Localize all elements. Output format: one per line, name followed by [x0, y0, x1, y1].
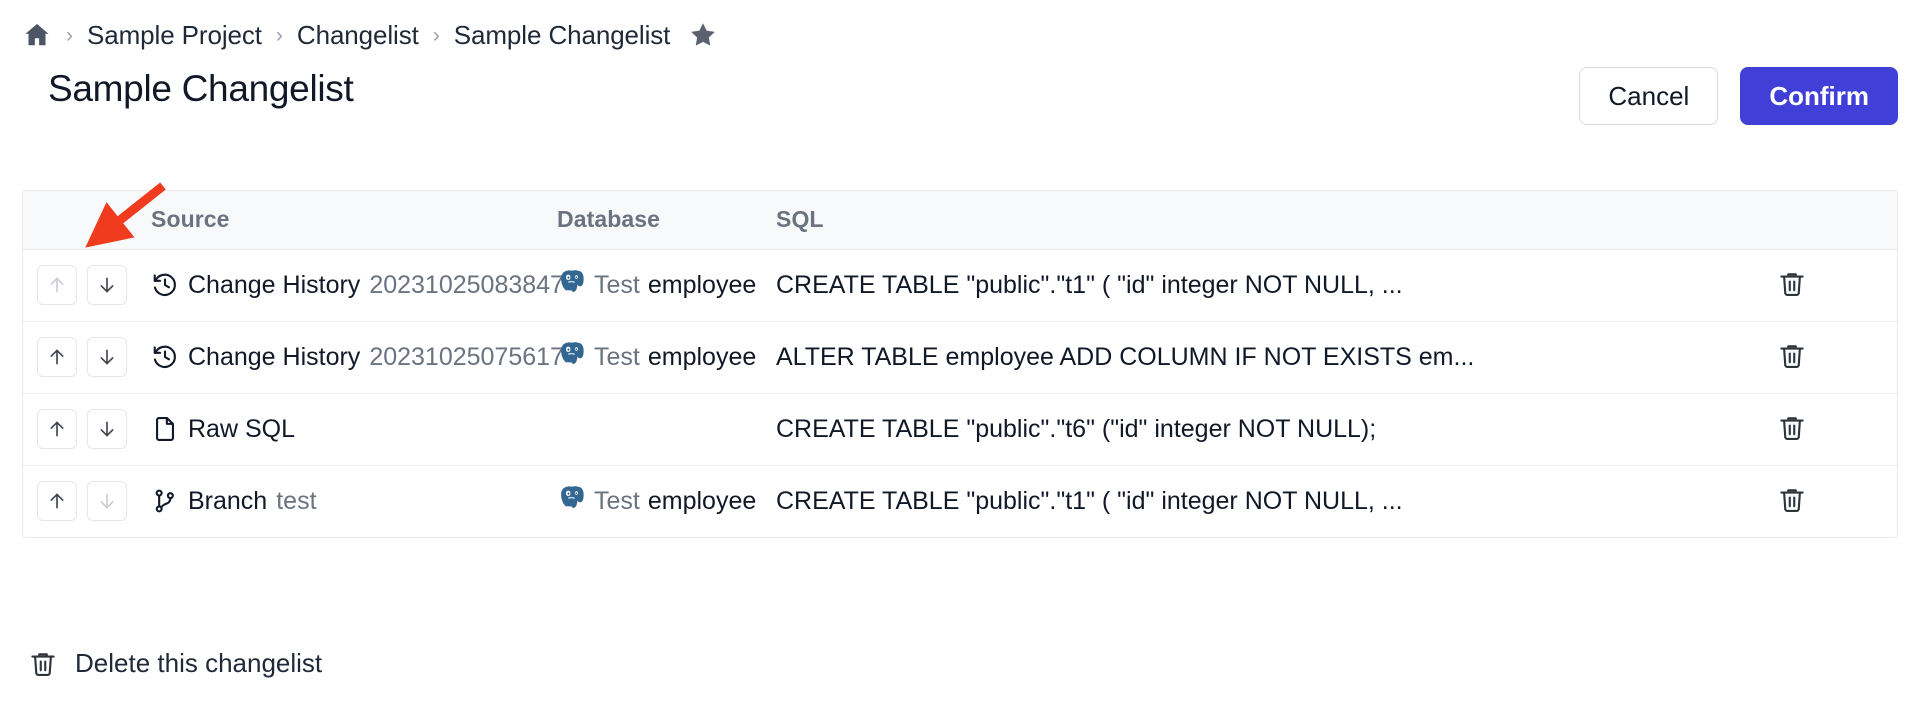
row-actions-cell — [1757, 465, 1897, 537]
title-row: Sample Changelist Cancel Confirm — [0, 62, 1920, 142]
delete-row-button[interactable] — [1777, 485, 1807, 518]
trash-icon — [1777, 485, 1807, 518]
column-header-move — [23, 191, 141, 250]
changelist-table: Source Database SQL Change History 20231… — [22, 190, 1898, 538]
row-actions-cell — [1757, 393, 1897, 466]
cancel-button[interactable]: Cancel — [1579, 67, 1719, 125]
source-detail: 20231025075617 — [369, 342, 564, 371]
trash-icon — [1777, 341, 1807, 374]
source-label: Change History — [188, 342, 361, 371]
move-up-button — [37, 265, 77, 305]
sql-text: ALTER TABLE employee ADD COLUMN IF NOT E… — [776, 342, 1475, 371]
confirm-button[interactable]: Confirm — [1740, 67, 1898, 125]
column-header-actions — [1757, 191, 1897, 250]
database-cell: Test employee — [551, 249, 766, 322]
header-actions: Cancel Confirm — [1579, 67, 1898, 125]
move-down-button[interactable] — [87, 409, 127, 449]
sql-cell: CREATE TABLE "public"."t1" ( "id" intege… — [766, 249, 1757, 322]
source-cell: Raw SQL — [141, 393, 551, 466]
database-environment: Test — [594, 486, 640, 515]
source-label: Change History — [188, 270, 361, 299]
trash-icon — [28, 649, 58, 679]
source-label: Raw SQL — [188, 414, 295, 443]
source-label: Branch — [188, 486, 268, 515]
move-cell — [23, 393, 141, 466]
delete-row-button[interactable] — [1777, 269, 1807, 302]
database-cell: Test employee — [551, 321, 766, 394]
breadcrumb-item-sample-changelist[interactable]: Sample Changelist — [454, 20, 671, 51]
history-icon — [151, 271, 179, 299]
database-cell — [551, 393, 766, 466]
breadcrumb-item-changelist[interactable]: Changelist — [297, 20, 419, 51]
move-down-button — [87, 481, 127, 522]
source-cell: Branch test — [141, 465, 551, 537]
changelist-page: › Sample Project › Changelist › Sample C… — [0, 0, 1920, 721]
sql-cell: ALTER TABLE employee ADD COLUMN IF NOT E… — [766, 321, 1757, 394]
database-name: employee — [647, 270, 757, 299]
table-row: Raw SQL CREATE TABLE "public"."t6" ("id"… — [23, 393, 1897, 466]
breadcrumb-separator-2: › — [275, 23, 283, 47]
move-up-button[interactable] — [37, 337, 77, 377]
delete-row-button[interactable] — [1777, 413, 1807, 446]
home-icon[interactable] — [22, 20, 52, 50]
table-header-row: Source Database SQL — [23, 191, 1897, 250]
branch-icon — [151, 487, 179, 515]
source-detail: test — [276, 486, 317, 515]
postgresql-icon — [557, 267, 586, 303]
postgresql-icon — [557, 483, 586, 519]
trash-icon — [1777, 413, 1807, 446]
delete-changelist-label: Delete this changelist — [75, 648, 323, 678]
breadcrumb-separator-3: › — [432, 23, 440, 47]
database-cell: Test employee — [551, 465, 766, 537]
source-detail: 20231025083847 — [369, 270, 564, 299]
delete-changelist-link[interactable]: Delete this changelist — [28, 648, 322, 679]
column-header-sql: SQL — [766, 191, 1757, 250]
move-down-button[interactable] — [87, 337, 127, 377]
database-name: employee — [647, 342, 757, 371]
source-cell: Change History 20231025075617 — [141, 321, 564, 394]
source-cell: Change History 20231025083847 — [141, 249, 564, 322]
delete-row-button[interactable] — [1777, 341, 1807, 374]
database-name: employee — [647, 486, 757, 515]
table-row: Branch test Test employee CREATE TABLE "… — [23, 465, 1897, 537]
move-cell — [23, 321, 141, 394]
sql-text: CREATE TABLE "public"."t1" ( "id" intege… — [776, 486, 1403, 515]
table-row: Change History 20231025075617 Test emplo… — [23, 321, 1897, 394]
breadcrumb: › Sample Project › Changelist › Sample C… — [22, 15, 718, 55]
move-cell — [23, 249, 141, 322]
column-header-source: Source — [141, 191, 551, 250]
page-title: Sample Changelist — [48, 68, 354, 109]
column-header-database: Database — [551, 191, 766, 250]
sql-text: CREATE TABLE "public"."t6" ("id" integer… — [776, 414, 1377, 443]
breadcrumb-separator-1: › — [66, 23, 73, 47]
file-icon — [151, 415, 179, 443]
database-environment: Test — [594, 270, 640, 299]
postgresql-icon — [557, 339, 586, 375]
sql-text: CREATE TABLE "public"."t1" ( "id" intege… — [776, 270, 1403, 299]
breadcrumb-item-sample-project[interactable]: Sample Project — [87, 20, 262, 51]
star-icon[interactable] — [688, 20, 718, 50]
sql-cell: CREATE TABLE "public"."t6" ("id" integer… — [766, 393, 1757, 466]
move-cell — [23, 465, 141, 537]
database-environment: Test — [594, 342, 640, 371]
move-up-button[interactable] — [37, 481, 77, 522]
table-row: Change History 20231025083847 Test emplo… — [23, 249, 1897, 322]
row-actions-cell — [1757, 321, 1897, 394]
move-up-button[interactable] — [37, 409, 77, 449]
trash-icon — [1777, 269, 1807, 302]
history-icon — [151, 343, 179, 371]
table-body: Change History 20231025083847 Test emplo… — [23, 249, 1897, 537]
sql-cell: CREATE TABLE "public"."t1" ( "id" intege… — [766, 465, 1757, 537]
row-actions-cell — [1757, 249, 1897, 322]
move-down-button[interactable] — [87, 265, 127, 305]
